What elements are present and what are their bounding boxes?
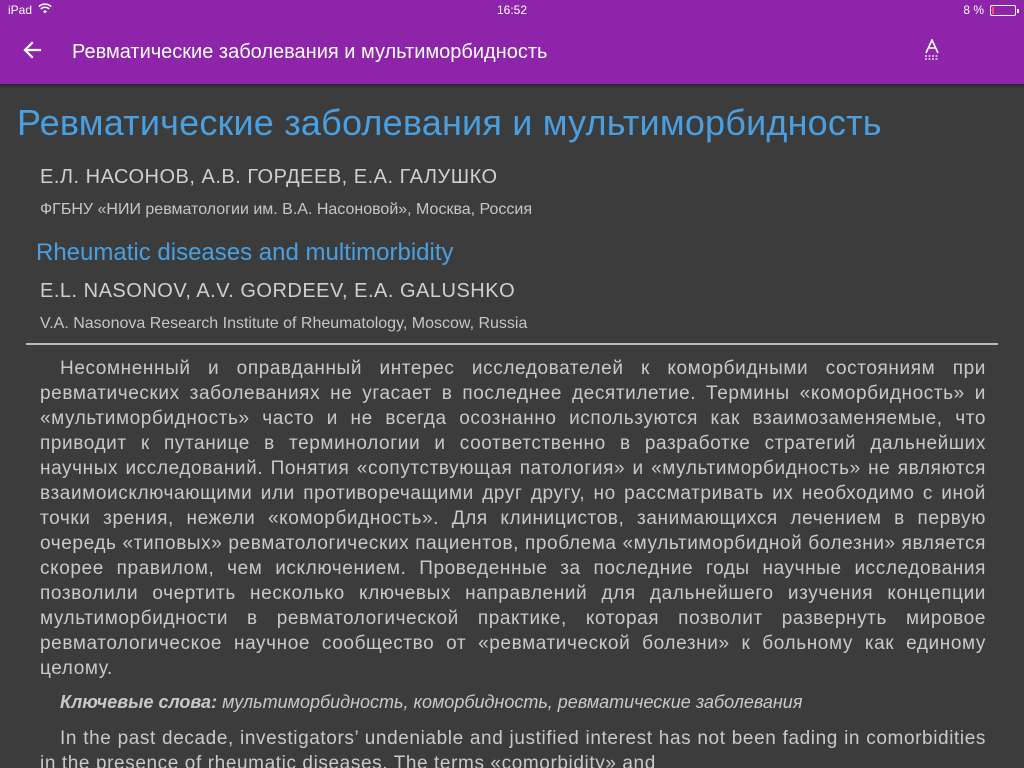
wifi-icon: [38, 3, 52, 17]
status-bar: iPad 16:52 8 %: [0, 0, 1024, 20]
status-bar-right: 8 %: [963, 3, 1019, 17]
article-title-en: Rheumatic diseases and multimorbidity: [36, 239, 454, 266]
night-mode-button[interactable]: [960, 20, 1016, 84]
arrow-left-icon: [22, 40, 42, 65]
moon-icon: [979, 40, 997, 65]
abstract-ru: Несомненный и оправданный интерес исслед…: [40, 358, 986, 679]
keywords-line: Ключевые слова: мультиморбидность, комор…: [60, 692, 802, 713]
status-time: 16:52: [496, 3, 528, 17]
divider: [26, 343, 998, 345]
back-button[interactable]: [0, 20, 64, 84]
article-title-ru: Ревматические заболевания и мультиморбид…: [17, 102, 882, 143]
authors-en: E.L. NASONOV, A.V. GORDEEV, E.A. GALUSHK…: [40, 280, 516, 302]
affiliation-ru: ФГБНУ «НИИ ревматологии им. В.А. Насонов…: [40, 201, 533, 218]
text-format-button[interactable]: [904, 20, 960, 84]
authors-ru: Е.Л. НАСОНОВ, А.В. ГОРДЕЕВ, Е.А. ГАЛУШКО: [40, 166, 498, 188]
status-bar-left: iPad: [8, 3, 52, 17]
keywords-label: Ключевые слова:: [60, 692, 218, 712]
app-bar-title: Ревматические заболевания и мультиморбид…: [72, 40, 548, 63]
article-content[interactable]: Ревматические заболевания и мультиморбид…: [0, 84, 1024, 768]
app-bar: Ревматические заболевания и мультиморбид…: [0, 20, 1024, 84]
battery-level: [992, 6, 994, 14]
battery-icon: [990, 4, 1019, 16]
device-name: iPad: [8, 3, 33, 17]
abstract-en: In the past decade, investigators’ unden…: [40, 728, 986, 768]
battery-percent: 8 %: [963, 3, 984, 17]
text-format-icon: [923, 37, 941, 66]
affiliation-en: V.A. Nasonova Research Institute of Rheu…: [40, 315, 528, 332]
keywords-text: мультиморбидность, коморбидность, ревмат…: [222, 692, 803, 712]
